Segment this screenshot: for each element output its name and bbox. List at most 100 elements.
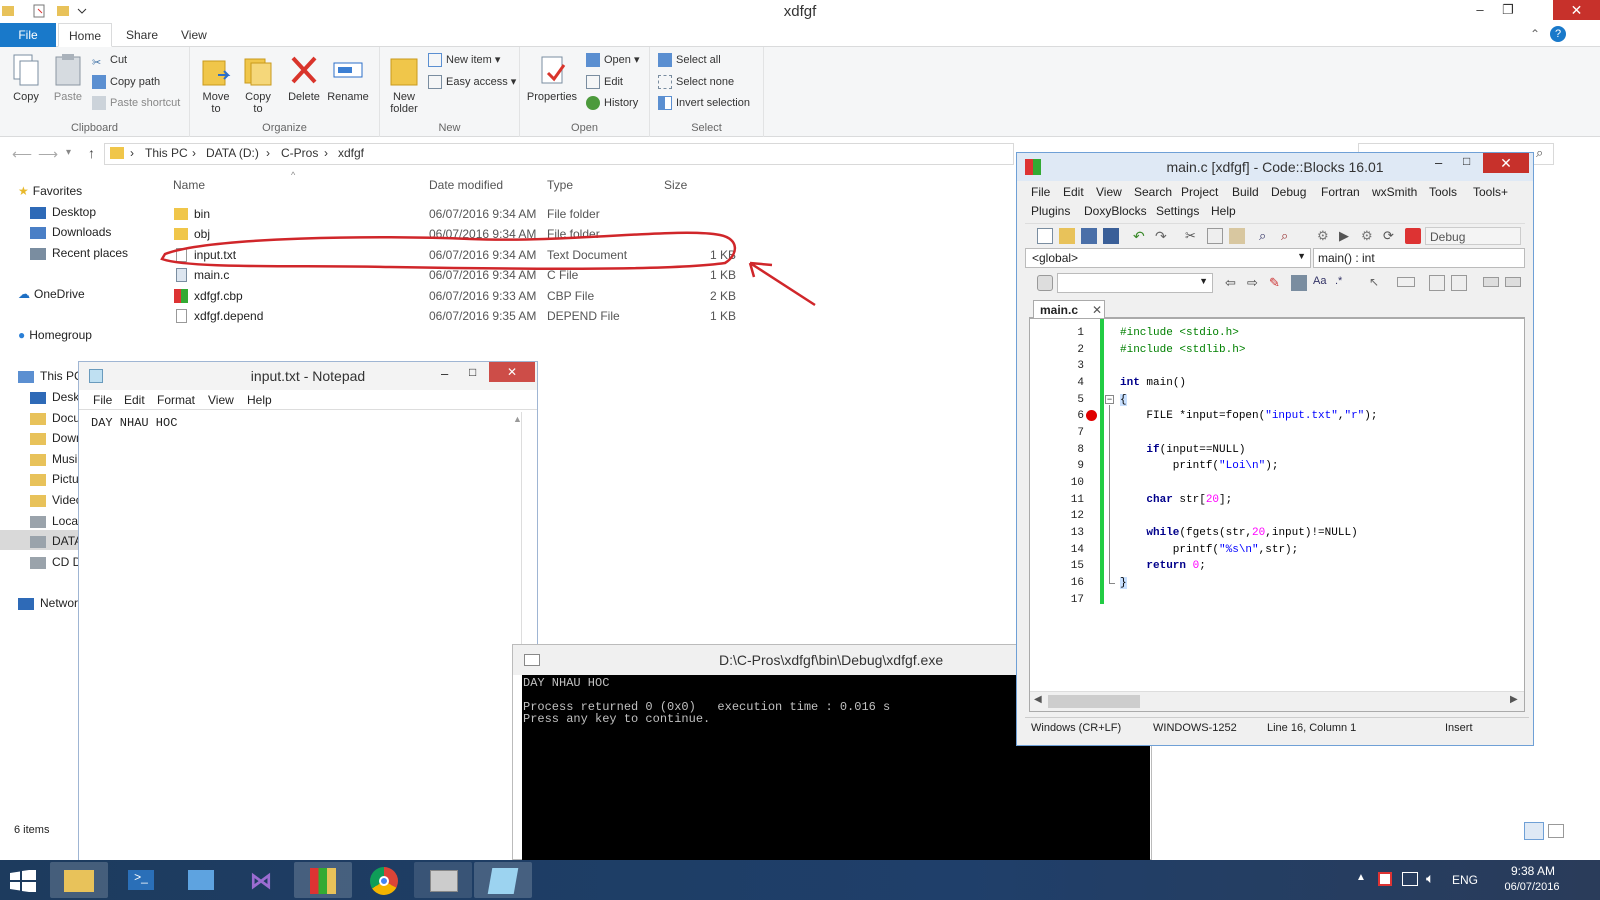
close-button[interactable]: ✕	[1483, 153, 1529, 173]
maximize-button[interactable]: □	[469, 365, 476, 379]
menu-doxyblocks[interactable]: DoxyBlocks	[1084, 204, 1147, 218]
replace-icon[interactable]: ⌕	[1281, 228, 1297, 244]
match-case-icon[interactable]: Aa	[1313, 275, 1329, 291]
widget-icon[interactable]	[1505, 277, 1521, 287]
column-name[interactable]: Name	[173, 178, 205, 192]
find-next-icon[interactable]: ⇨	[1247, 275, 1263, 291]
copy-icon[interactable]	[1207, 228, 1223, 244]
cut-icon[interactable]: ✂	[1185, 228, 1201, 244]
new-file-icon[interactable]	[1037, 228, 1053, 244]
taskbar-notepad[interactable]	[474, 862, 532, 898]
find-icon[interactable]: ⌕	[1259, 228, 1275, 244]
clear-icon[interactable]	[1037, 275, 1053, 291]
nav-homegroup[interactable]: ● Homegroup	[18, 326, 92, 344]
menu-view[interactable]: View	[208, 393, 234, 407]
widget-icon[interactable]	[1397, 277, 1415, 287]
nav-pc-item[interactable]: Down	[30, 429, 83, 447]
close-button[interactable]: ✕	[1553, 0, 1600, 20]
breadcrumb-xdfgf[interactable]: xdfgf	[338, 146, 364, 160]
menu-help[interactable]: Help	[247, 393, 272, 407]
invert-selection-button[interactable]: Invert selection	[658, 93, 750, 113]
large-icons-view-icon[interactable]	[1548, 824, 1564, 838]
breadcrumb-drive[interactable]: DATA (D:)	[206, 146, 259, 160]
menu-help[interactable]: Help	[1211, 204, 1236, 218]
nav-network[interactable]: Networ	[18, 594, 78, 612]
menu-fortran[interactable]: Fortran	[1321, 185, 1360, 199]
back-arrow-icon[interactable]: ⟵	[12, 146, 32, 163]
network-icon[interactable]	[1402, 872, 1418, 886]
open-file-icon[interactable]	[1059, 228, 1075, 244]
taskbar-app[interactable]	[172, 862, 230, 898]
widget-icon[interactable]	[1429, 275, 1445, 291]
properties-button[interactable]: Properties	[526, 53, 578, 103]
menu-tools[interactable]: Tools	[1429, 185, 1457, 199]
nav-desktop[interactable]: Desktop	[30, 203, 96, 221]
search-input[interactable]: ▼	[1057, 273, 1213, 293]
paste-button[interactable]: Paste	[50, 53, 86, 103]
code-editor[interactable]: 1 2 3 4 5 6 7 8 9 10 11 12 13 14 15 16 1…	[1029, 318, 1525, 712]
taskbar-powershell[interactable]: >_	[112, 862, 170, 898]
menu-format[interactable]: Format	[157, 393, 195, 407]
menu-edit[interactable]: Edit	[124, 393, 145, 407]
select-none-button[interactable]: Select none	[658, 72, 734, 92]
nav-pc-item[interactable]: Deskt	[30, 388, 83, 406]
build-run-icon[interactable]: ⚙	[1361, 228, 1377, 244]
nav-this-pc[interactable]: This PC	[18, 367, 83, 385]
breakpoint-icon[interactable]	[1086, 410, 1097, 421]
nav-pc-item[interactable]: Videc	[30, 491, 82, 509]
paste-icon[interactable]	[1229, 228, 1245, 244]
scroll-up-icon[interactable]: ▲	[513, 414, 522, 424]
tab-home[interactable]: Home	[58, 23, 113, 47]
save-icon[interactable]	[1081, 228, 1097, 244]
nav-pc-item[interactable]: CD D	[30, 553, 81, 571]
cut-button[interactable]: ✂ Cut	[92, 50, 127, 70]
taskbar-console[interactable]	[414, 862, 472, 898]
scroll-right-icon[interactable]: ▶	[1510, 694, 1518, 705]
chevron-up-icon[interactable]: ⌃	[1530, 27, 1540, 41]
select-all-button[interactable]: Select all	[658, 50, 721, 70]
column-size[interactable]: Size	[664, 178, 687, 192]
close-tab-icon[interactable]: ✕	[1092, 303, 1102, 317]
nav-favorites[interactable]: ★ Favorites	[18, 182, 82, 200]
redo-icon[interactable]: ↷	[1155, 228, 1171, 244]
taskbar-explorer[interactable]	[50, 862, 108, 898]
rename-button[interactable]: Rename	[326, 53, 370, 103]
clock-date[interactable]: 06/07/2016	[1494, 881, 1570, 893]
breadcrumb-c-pros[interactable]: C-Pros	[281, 146, 318, 160]
tab-share[interactable]: Share	[116, 23, 168, 47]
menu-edit[interactable]: Edit	[1063, 185, 1084, 199]
menu-search[interactable]: Search	[1134, 185, 1172, 199]
widget-icon[interactable]	[1451, 275, 1467, 291]
tab-view[interactable]: View	[171, 23, 217, 47]
scope-select[interactable]: <global> ▼	[1025, 248, 1311, 268]
minimize-button[interactable]: –	[1466, 0, 1494, 20]
search-icon[interactable]: ⌕	[1536, 145, 1543, 161]
nav-pc-item[interactable]: Docu	[30, 409, 80, 427]
find-previous-icon[interactable]: ⇦	[1225, 275, 1241, 291]
menu-project[interactable]: Project	[1181, 185, 1218, 199]
move-to-button[interactable]: Move to	[198, 53, 234, 115]
build-target-select[interactable]: Debug	[1425, 227, 1521, 245]
build-gear-icon[interactable]: ⚙	[1317, 228, 1333, 244]
nav-pc-item[interactable]: Local	[30, 512, 81, 530]
new-item-button[interactable]: New item ▾	[428, 50, 500, 70]
scroll-thumb[interactable]	[1048, 695, 1140, 708]
notepad-text-area[interactable]: DAY NHAU HOC	[85, 412, 522, 857]
run-icon[interactable]: ▶	[1339, 228, 1355, 244]
taskbar-visual-studio[interactable]: ⋈	[232, 862, 290, 898]
undo-icon[interactable]: ↶	[1133, 228, 1149, 244]
menu-build[interactable]: Build	[1232, 185, 1259, 199]
open-button[interactable]: Open ▾	[586, 50, 640, 70]
paste-shortcut-button[interactable]: Paste shortcut	[92, 93, 180, 113]
action-center-icon[interactable]	[1378, 872, 1392, 886]
windows-start-icon[interactable]	[10, 870, 36, 892]
nav-downloads[interactable]: Downloads	[30, 223, 111, 241]
menu-debug[interactable]: Debug	[1271, 185, 1306, 199]
copy-path-button[interactable]: Copy path	[92, 72, 160, 92]
nav-recent-places[interactable]: Recent places	[30, 244, 128, 262]
minimize-button[interactable]: –	[441, 366, 448, 381]
breadcrumb-this-pc[interactable]: This PC	[145, 146, 188, 160]
horizontal-scrollbar[interactable]: ◀ ▶	[1030, 691, 1524, 711]
maximize-button[interactable]: □	[1463, 154, 1470, 168]
help-icon[interactable]: ?	[1550, 26, 1566, 42]
